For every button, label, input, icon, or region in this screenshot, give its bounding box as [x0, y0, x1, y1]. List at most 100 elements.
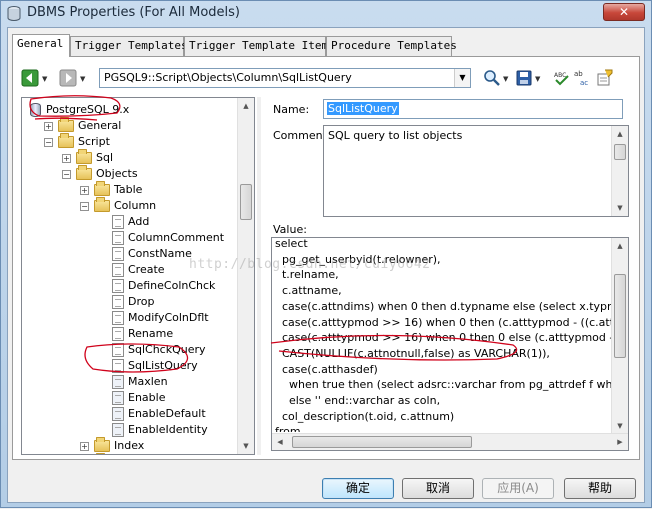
- tree-item[interactable]: Enable: [22, 390, 236, 406]
- tree-item[interactable]: EnableIdentity: [22, 422, 236, 438]
- tree-item[interactable]: Maxlen: [22, 374, 236, 390]
- tree-vertical-scrollbar[interactable]: ▲ ▼: [237, 98, 254, 454]
- expand-icon[interactable]: +: [80, 442, 89, 451]
- scroll-up-icon[interactable]: ▲: [612, 238, 628, 254]
- code-line: CAST(NULLIF(c.attnotnull,false) as VARCH…: [275, 346, 550, 360]
- scroll-down-icon[interactable]: ▼: [612, 418, 628, 434]
- tree-item[interactable]: SqlChckQuery: [22, 342, 236, 358]
- tree-item[interactable]: Rename: [22, 326, 236, 342]
- value-horizontal-scrollbar[interactable]: ◀ ▶: [272, 433, 628, 450]
- value-hscroll-thumb[interactable]: [292, 436, 472, 448]
- document-icon: [112, 215, 124, 229]
- tree-item[interactable]: +PKey: [96, 453, 105, 454]
- value-icon: [112, 375, 124, 389]
- tree-item-label: Objects: [96, 167, 138, 180]
- cancel-button[interactable]: 取消: [402, 478, 474, 499]
- find-icon[interactable]: [483, 69, 501, 87]
- back-arrow-icon[interactable]: [21, 69, 39, 87]
- tab-trigger-templates[interactable]: Trigger Templates: [70, 36, 188, 56]
- name-field[interactable]: SqlListQuery: [323, 99, 623, 119]
- tree-item[interactable]: SqlListQuery: [22, 358, 236, 374]
- tree-item[interactable]: + General: [22, 117, 236, 134]
- scroll-left-icon[interactable]: ◀: [272, 434, 288, 450]
- code-line: case(c.atttypmod >> 16) when 0 then (c.a…: [281, 315, 611, 329]
- document-icon: [112, 231, 124, 245]
- database-icon: [30, 103, 41, 117]
- comment-vertical-scrollbar[interactable]: ▲ ▼: [611, 126, 628, 216]
- properties-tree[interactable]: PostgreSQL 9.x + General − Script + Sql − Object…: [21, 97, 255, 455]
- expand-icon[interactable]: +: [80, 186, 89, 195]
- folder-icon: [94, 181, 110, 196]
- title-bar[interactable]: DBMS Properties (For All Models) ✕: [1, 1, 651, 27]
- scroll-up-icon[interactable]: ▲: [238, 98, 254, 114]
- tree-item[interactable]: ConstName: [22, 246, 236, 262]
- value-vertical-scrollbar[interactable]: ▲ ▼: [611, 238, 628, 434]
- document-icon: [112, 343, 124, 357]
- dbms-app-icon: [7, 6, 21, 21]
- tree-item[interactable]: DefineColnChck: [22, 278, 236, 294]
- tree-item[interactable]: ModifyColnDflt: [22, 310, 236, 326]
- tree-item[interactable]: − Script: [22, 133, 236, 150]
- value-editor[interactable]: select pg_get_userbyid(t.relowner), t.re…: [271, 237, 629, 451]
- tree-item[interactable]: EnableDefault: [22, 406, 236, 422]
- path-combobox[interactable]: PGSQL9::Script\Objects\Column\SqlListQue…: [99, 68, 471, 88]
- replace-icon[interactable]: ab ac: [573, 69, 591, 87]
- scroll-down-icon[interactable]: ▼: [612, 200, 628, 216]
- tree-item-label: Table: [114, 183, 143, 196]
- collapse-icon[interactable]: −: [62, 170, 71, 179]
- save-dropdown-icon[interactable]: ▼: [535, 75, 540, 83]
- tree-item-label: Create: [128, 263, 165, 276]
- tab-trigger-template-items[interactable]: Trigger Template Items: [184, 36, 335, 56]
- scroll-right-icon[interactable]: ▶: [612, 434, 628, 450]
- tab-procedure-templates[interactable]: Procedure Templates: [326, 36, 457, 56]
- help-button[interactable]: 帮助: [564, 478, 636, 499]
- pane-splitter[interactable]: [257, 97, 261, 455]
- tree-item[interactable]: Add: [22, 214, 236, 230]
- tree-scroll-thumb[interactable]: [240, 184, 252, 220]
- svg-text:ABC: ABC: [554, 72, 566, 79]
- collapse-icon[interactable]: −: [80, 202, 89, 211]
- expand-icon[interactable]: +: [62, 154, 71, 163]
- tree-item[interactable]: − Column: [22, 197, 236, 214]
- chevron-down-icon[interactable]: ▼: [454, 69, 470, 87]
- tab-general[interactable]: General: [12, 34, 70, 57]
- forward-arrow-icon[interactable]: [59, 69, 77, 87]
- forward-dropdown-icon[interactable]: ▼: [80, 75, 85, 83]
- collapse-icon[interactable]: −: [44, 138, 53, 147]
- apply-button[interactable]: 应用(A): [482, 478, 554, 499]
- find-dropdown-icon[interactable]: ▼: [503, 75, 508, 83]
- spell-check-icon[interactable]: ABC: [553, 69, 571, 87]
- document-icon: [112, 263, 124, 277]
- svg-text:ab: ab: [574, 70, 583, 78]
- value-scroll-thumb[interactable]: [614, 274, 626, 358]
- tree-item[interactable]: ColumnComment: [22, 230, 236, 246]
- scroll-down-icon[interactable]: ▼: [238, 438, 254, 454]
- insert-icon[interactable]: [595, 69, 613, 87]
- tree-item-label: Column: [114, 199, 157, 212]
- tree-item[interactable]: + Table: [22, 181, 236, 198]
- tree-item-label: PostgreSQL 9.x: [46, 103, 130, 116]
- name-label: Name:: [273, 103, 310, 116]
- tree-item[interactable]: Create: [22, 262, 236, 278]
- document-icon: [112, 247, 124, 261]
- expand-icon[interactable]: +: [44, 122, 53, 131]
- tree-item[interactable]: + Index: [22, 437, 236, 454]
- folder-icon: [76, 165, 92, 180]
- back-dropdown-icon[interactable]: ▼: [42, 75, 47, 83]
- code-line: else '' end::varchar as coln,: [275, 394, 441, 408]
- close-button[interactable]: ✕: [603, 3, 645, 21]
- window-title: DBMS Properties (For All Models): [27, 5, 241, 20]
- tree-item[interactable]: + Sql: [22, 149, 236, 166]
- value-icon: [112, 391, 124, 405]
- folder-icon: [58, 117, 74, 132]
- scroll-up-icon[interactable]: ▲: [612, 126, 628, 142]
- tree-item[interactable]: Drop: [22, 294, 236, 310]
- ok-button[interactable]: 确定: [322, 478, 394, 499]
- comment-scroll-thumb[interactable]: [614, 144, 626, 160]
- comment-field[interactable]: SQL query to list objects ▲ ▼: [323, 125, 629, 217]
- save-icon[interactable]: [515, 69, 533, 87]
- tree-item-label: Rename: [128, 327, 174, 340]
- tree-item[interactable]: − Objects: [22, 165, 236, 182]
- folder-icon: [94, 197, 110, 212]
- tree-item[interactable]: PostgreSQL 9.x: [22, 102, 236, 118]
